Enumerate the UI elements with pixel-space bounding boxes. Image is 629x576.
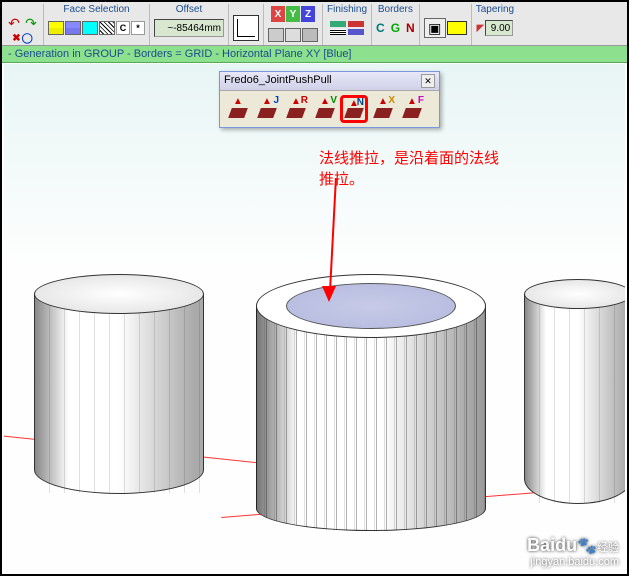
cylinder-right[interactable] xyxy=(524,294,625,504)
finish-hatch[interactable] xyxy=(330,29,346,35)
offset-section: Offset xyxy=(150,4,229,45)
offset-label: Offset xyxy=(176,4,203,16)
borders-label: Borders xyxy=(378,4,413,16)
tapering-flag-icon[interactable]: ◤ xyxy=(477,23,485,34)
joint-pushpull-toolbar: Fredo6_JointPushPull ✕ ▲▲J▲R▲V▲N▲X▲F xyxy=(219,71,440,128)
axes-section: X Y Z xyxy=(264,4,323,45)
undo-icon[interactable]: ↶ xyxy=(6,15,22,31)
cylinder-left[interactable] xyxy=(34,294,204,494)
pushpull-tool-default[interactable]: ▲ xyxy=(224,95,252,123)
finishing-label: Finishing xyxy=(327,4,367,16)
paw-icon: 🐾 xyxy=(577,538,597,555)
tapering-input[interactable] xyxy=(485,20,513,36)
viewport-3d[interactable]: Fredo6_JointPushPull ✕ ▲▲J▲R▲V▲N▲X▲F 法线推… xyxy=(4,64,625,572)
pushpull-tool-n[interactable]: ▲N xyxy=(340,95,368,123)
confirm-icon[interactable]: ◯ xyxy=(22,33,33,44)
face-selection-label: Face Selection xyxy=(63,4,129,16)
pushpull-tool-j[interactable]: ▲J xyxy=(253,95,281,123)
redo-icon[interactable]: ↷ xyxy=(23,15,39,31)
cancel-icon[interactable]: ✖ xyxy=(12,33,20,44)
gear-cylinder-center[interactable] xyxy=(256,274,486,544)
close-icon[interactable]: ✕ xyxy=(421,74,435,88)
yellow-rect-icon[interactable] xyxy=(447,21,467,35)
swatch-blue[interactable] xyxy=(65,21,81,35)
cube-icon[interactable]: ▣ xyxy=(424,18,446,38)
graph-icon[interactable] xyxy=(233,15,259,41)
finish-blue[interactable] xyxy=(348,29,364,35)
borders-section: Borders C G N xyxy=(372,4,420,45)
watermark: Baidu🐾经验 jingyan.baidu.com xyxy=(527,535,619,568)
swatch-cyan[interactable] xyxy=(82,21,98,35)
pushpull-tool-v[interactable]: ▲V xyxy=(311,95,339,123)
star-button[interactable]: * xyxy=(131,21,145,35)
plane-button-2[interactable] xyxy=(285,28,301,42)
pushpull-tool-x[interactable]: ▲X xyxy=(369,95,397,123)
finish-green[interactable] xyxy=(330,21,346,27)
pushpull-tool-f[interactable]: ▲F xyxy=(398,95,426,123)
history-section: ↶ ↷ ✖ ◯ xyxy=(2,4,44,45)
swatch-hatch[interactable] xyxy=(99,21,115,35)
annotation-arrow-head xyxy=(322,286,336,302)
border-c[interactable]: C xyxy=(376,21,385,35)
c-button[interactable]: C xyxy=(116,21,130,35)
shape-section: ▣ xyxy=(420,4,472,45)
swatch-yellow[interactable] xyxy=(48,21,64,35)
axis-y-button[interactable]: Y xyxy=(286,6,300,22)
finish-red[interactable] xyxy=(348,21,364,27)
offset-input[interactable] xyxy=(154,19,224,37)
float-titlebar[interactable]: Fredo6_JointPushPull ✕ xyxy=(220,72,439,91)
status-bar: - Generation in GROUP - Borders = GRID -… xyxy=(2,46,627,63)
main-toolbar: ↶ ↷ ✖ ◯ Face Selection C * Offset X xyxy=(2,2,627,46)
tapering-label: Tapering xyxy=(476,4,514,16)
finishing-section: Finishing xyxy=(323,4,372,45)
plane-button-3[interactable] xyxy=(302,28,318,42)
face-selection-section: Face Selection C * xyxy=(44,4,150,45)
axis-x-button[interactable]: X xyxy=(271,6,285,22)
tapering-section: Tapering ◤ xyxy=(472,4,518,45)
border-n[interactable]: N xyxy=(406,21,415,35)
border-g[interactable]: G xyxy=(391,21,400,35)
graph-section xyxy=(229,4,264,45)
plane-button-1[interactable] xyxy=(268,28,284,42)
float-title: Fredo6_JointPushPull xyxy=(224,74,332,88)
axis-z-button[interactable]: Z xyxy=(301,6,315,22)
pushpull-tool-r[interactable]: ▲R xyxy=(282,95,310,123)
annotation-text: 法线推拉，是沿着面的法线 推拉。 xyxy=(319,148,499,190)
